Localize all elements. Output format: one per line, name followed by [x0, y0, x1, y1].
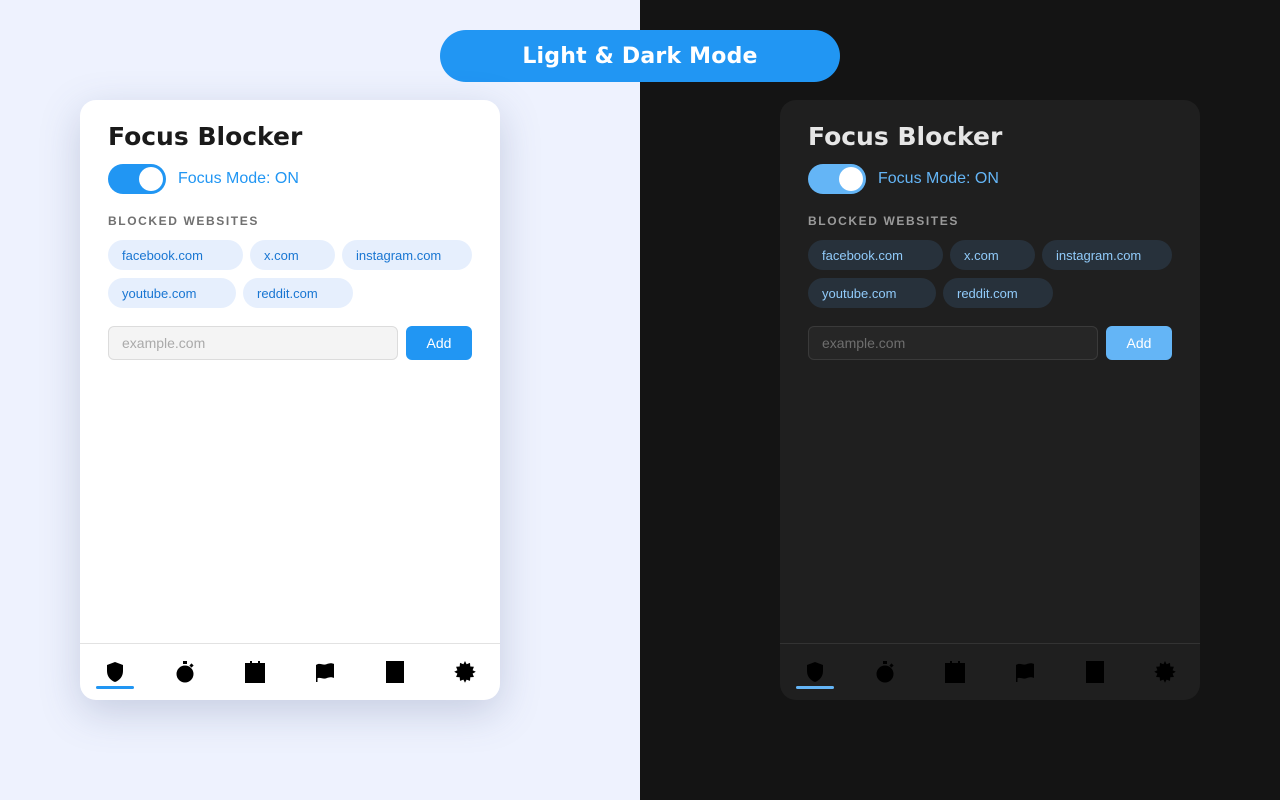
focus-mode-label: Focus Mode: ON: [178, 170, 299, 187]
shield-icon[interactable]: [95, 644, 135, 700]
website-input[interactable]: [108, 326, 398, 360]
active-tab-indicator: [796, 686, 834, 689]
calendar-icon[interactable]: [235, 644, 275, 700]
add-button[interactable]: Add: [1106, 326, 1172, 360]
blocked-websites-heading: BLOCKED WEBSITES: [108, 214, 259, 228]
flag-icon[interactable]: [1005, 644, 1045, 700]
focus-mode-toggle[interactable]: [808, 164, 866, 194]
flag-icon[interactable]: [305, 644, 345, 700]
add-button[interactable]: Add: [406, 326, 472, 360]
website-input[interactable]: [808, 326, 1098, 360]
blocked-site-chip[interactable]: instagram.com: [342, 240, 472, 270]
blocked-site-chip[interactable]: x.com: [250, 240, 335, 270]
blocked-site-chip[interactable]: youtube.com: [808, 278, 936, 308]
blocked-site-chip[interactable]: facebook.com: [808, 240, 943, 270]
gear-icon[interactable]: [445, 644, 485, 700]
stopwatch-icon[interactable]: [865, 644, 905, 700]
toggle-knob: [839, 167, 863, 191]
popup-light: Focus Blocker Focus Mode: ON BLOCKED WEB…: [80, 100, 500, 700]
blocked-site-chip[interactable]: reddit.com: [243, 278, 353, 308]
stopwatch-icon[interactable]: [165, 644, 205, 700]
document-icon[interactable]: [1075, 644, 1115, 700]
popup-title: Focus Blocker: [108, 122, 303, 151]
toggle-knob: [139, 167, 163, 191]
active-tab-indicator: [96, 686, 134, 689]
focus-mode-toggle[interactable]: [108, 164, 166, 194]
bottom-nav: [780, 643, 1200, 700]
blocked-site-chip[interactable]: x.com: [950, 240, 1035, 270]
popup-dark: Focus Blocker Focus Mode: ON BLOCKED WEB…: [780, 100, 1200, 700]
blocked-site-chip[interactable]: youtube.com: [108, 278, 236, 308]
bottom-nav: [80, 643, 500, 700]
blocked-site-chip[interactable]: facebook.com: [108, 240, 243, 270]
blocked-site-chip[interactable]: reddit.com: [943, 278, 1053, 308]
focus-mode-label: Focus Mode: ON: [878, 170, 999, 187]
popup-title: Focus Blocker: [808, 122, 1003, 151]
shield-icon[interactable]: [795, 644, 835, 700]
blocked-site-chip[interactable]: instagram.com: [1042, 240, 1172, 270]
gear-icon[interactable]: [1145, 644, 1185, 700]
document-icon[interactable]: [375, 644, 415, 700]
calendar-icon[interactable]: [935, 644, 975, 700]
mode-banner: Light & Dark Mode: [440, 30, 840, 82]
blocked-websites-heading: BLOCKED WEBSITES: [808, 214, 959, 228]
